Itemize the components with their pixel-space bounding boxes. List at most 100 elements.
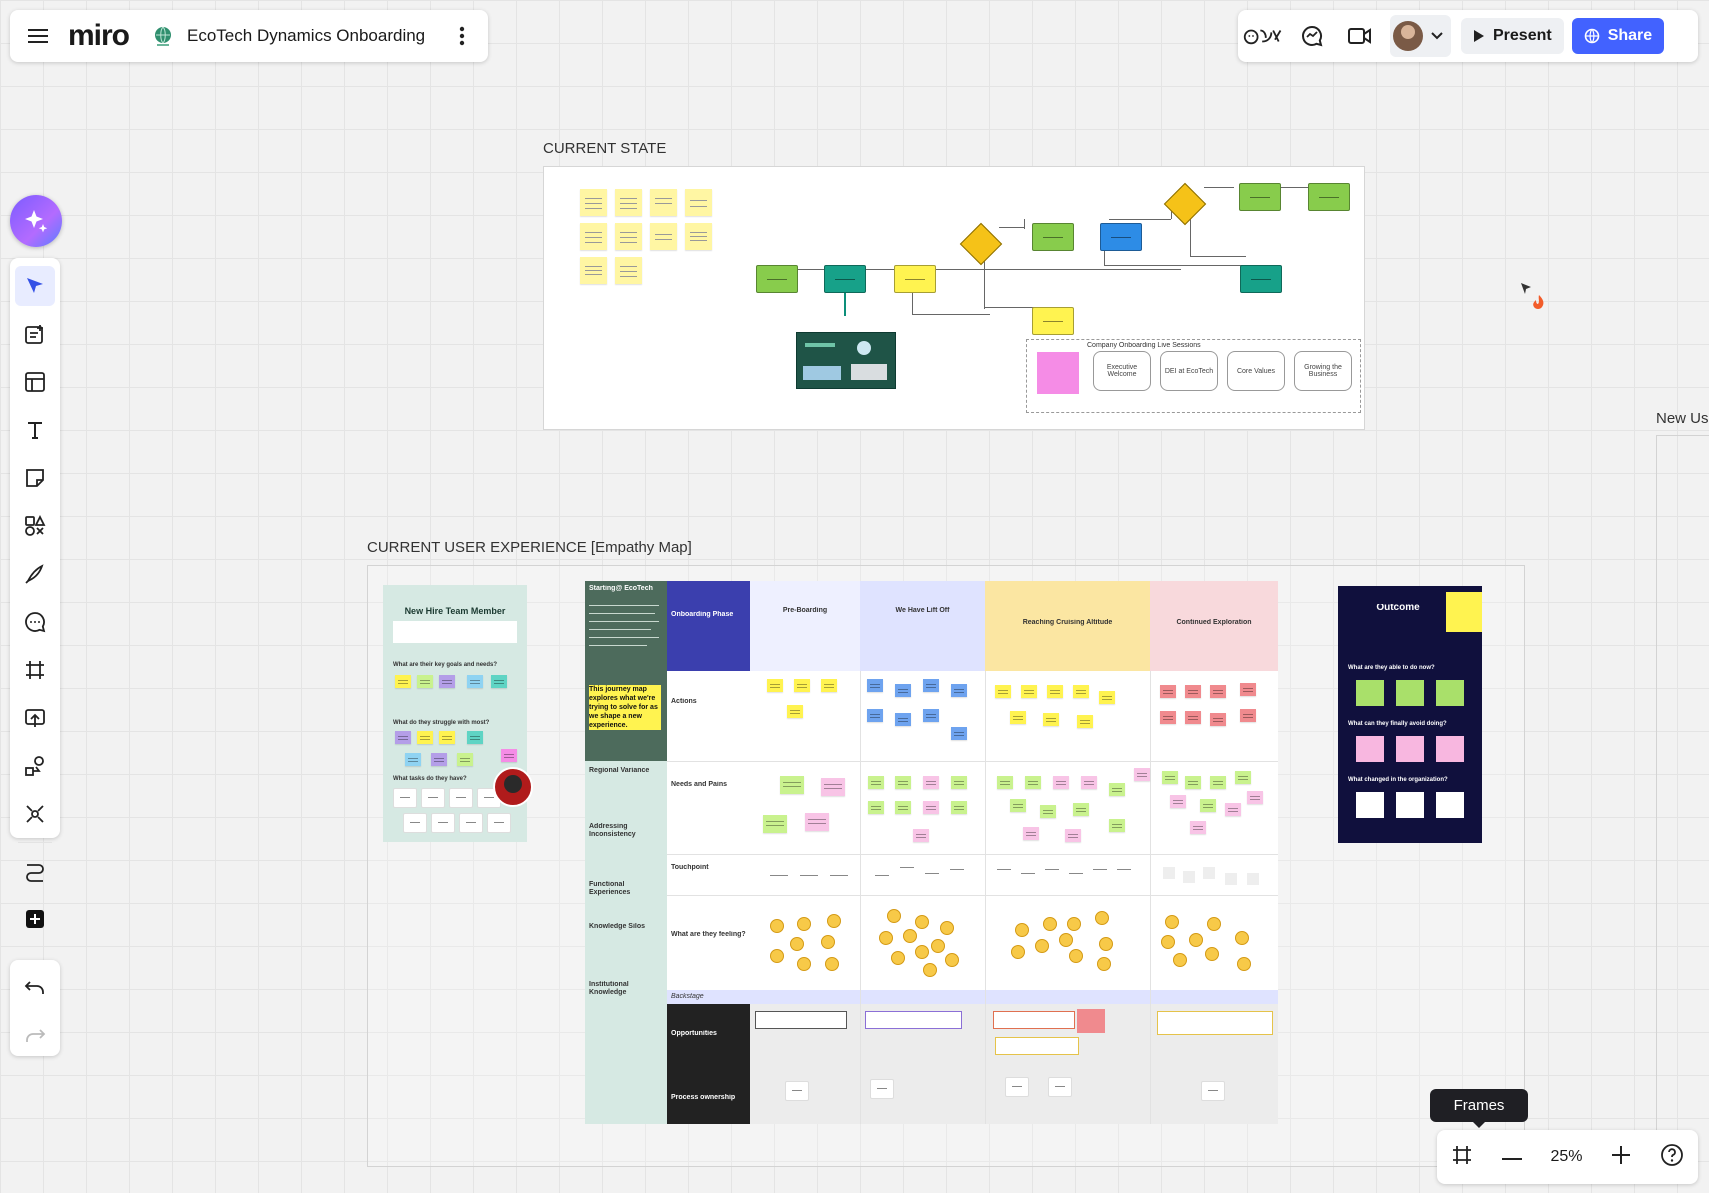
sticky-note[interactable]	[1396, 680, 1424, 706]
emoji-reaction[interactable]	[827, 914, 841, 928]
touchpoint-item[interactable]	[770, 875, 788, 876]
session-dei[interactable]: DEI at EcoTech	[1160, 351, 1218, 391]
sticky-note[interactable]	[1053, 776, 1069, 789]
sticky-note[interactable]	[650, 223, 677, 250]
owner-card[interactable]	[1048, 1077, 1072, 1097]
sticky-note[interactable]	[951, 684, 967, 697]
sticky-note[interactable]	[1077, 715, 1093, 728]
sticky-note[interactable]	[787, 705, 803, 718]
sticky-note[interactable]	[1040, 805, 1056, 818]
session-growing-business[interactable]: Growing the Business	[1294, 351, 1352, 391]
sticky-note[interactable]	[794, 679, 810, 692]
sticky-note[interactable]	[805, 813, 829, 831]
sticky-note[interactable]	[995, 685, 1011, 698]
outcome-card[interactable]: Outcome What are they able to do now? Wh…	[1338, 586, 1482, 843]
sticky-note[interactable]	[1081, 776, 1097, 789]
frame-tool[interactable]	[15, 650, 55, 690]
sticky-note[interactable]	[868, 776, 884, 789]
flow-connector[interactable]	[1190, 256, 1246, 257]
touchpoint-placeholder[interactable]	[1247, 873, 1259, 885]
sticky-note[interactable]	[431, 753, 447, 766]
sticky-note[interactable]	[913, 829, 929, 842]
emoji-reaction[interactable]	[1043, 917, 1057, 931]
emoji-reaction[interactable]	[915, 945, 929, 959]
sticky-note[interactable]	[685, 223, 712, 250]
sticky-note[interactable]	[1190, 821, 1206, 834]
sticky-note[interactable]	[951, 776, 967, 789]
emoji-reaction[interactable]	[790, 937, 804, 951]
sticky-note[interactable]	[491, 675, 507, 688]
touchpoint-item[interactable]	[1045, 869, 1059, 870]
emoji-reaction[interactable]	[887, 909, 901, 923]
help-button[interactable]	[1660, 1143, 1684, 1172]
sticky-note[interactable]	[417, 731, 433, 744]
flow-connector[interactable]	[999, 227, 1024, 228]
decision-node[interactable]	[959, 222, 1003, 266]
sticky-note[interactable]	[780, 776, 804, 794]
sticky-note[interactable]	[1356, 736, 1384, 762]
sticky-note[interactable]	[868, 801, 884, 814]
emoji-reaction[interactable]	[945, 953, 959, 967]
connection-line-tool[interactable]	[15, 851, 55, 891]
emoji-reaction[interactable]	[1235, 931, 1249, 945]
sticky-note[interactable]	[767, 679, 783, 692]
sticky-note[interactable]	[1247, 791, 1263, 804]
undo-button[interactable]	[15, 968, 55, 1008]
touchpoint-item[interactable]	[1093, 869, 1107, 870]
emoji-reaction[interactable]	[1189, 933, 1203, 947]
emoji-reaction[interactable]	[1097, 957, 1111, 971]
sticky-note[interactable]	[1436, 680, 1464, 706]
sticky-note[interactable]	[821, 778, 845, 796]
sticky-note[interactable]	[867, 709, 883, 722]
sticky-note[interactable]	[1065, 829, 1081, 842]
sticky-note[interactable]	[895, 776, 911, 789]
zoom-in-button[interactable]	[1611, 1145, 1631, 1170]
board-title[interactable]: EcoTech Dynamics Onboarding	[187, 26, 425, 46]
emoji-reaction[interactable]	[770, 919, 784, 933]
sticky-note[interactable]	[923, 679, 939, 692]
emoji-reaction[interactable]	[1035, 939, 1049, 953]
sticky-note[interactable]	[1021, 685, 1037, 698]
welcome-video-thumbnail[interactable]	[796, 332, 896, 389]
sticky-note[interactable]	[1043, 713, 1059, 726]
owner-card[interactable]	[1005, 1077, 1029, 1097]
text-tool[interactable]	[15, 410, 55, 450]
touchpoint-placeholder[interactable]	[1163, 867, 1175, 879]
sticky-note[interactable]	[580, 189, 607, 216]
touchpoint-placeholder[interactable]	[1183, 871, 1195, 883]
sticky-note[interactable]	[685, 189, 712, 216]
touchpoint-item[interactable]	[830, 875, 848, 876]
sticky-note[interactable]	[1185, 685, 1201, 698]
templates-tool[interactable]	[15, 314, 55, 354]
sticky-note[interactable]	[467, 731, 483, 744]
sticky-note[interactable]	[1446, 592, 1482, 632]
sticky-note[interactable]	[417, 675, 433, 688]
mind-map-tool[interactable]	[15, 794, 55, 834]
sticky-note[interactable]	[1210, 713, 1226, 726]
flow-connector[interactable]	[984, 257, 985, 309]
sticky-note[interactable]	[1235, 771, 1251, 784]
sticky-note[interactable]	[1200, 799, 1216, 812]
sticky-note[interactable]	[1396, 736, 1424, 762]
frame-title-current-state[interactable]: CURRENT STATE	[543, 140, 666, 157]
sticky-note[interactable]	[895, 713, 911, 726]
owner-card[interactable]	[870, 1079, 894, 1099]
task-card[interactable]	[459, 813, 483, 833]
shapes-tool[interactable]	[15, 506, 55, 546]
sticky-note[interactable]	[1010, 711, 1026, 724]
flow-step[interactable]	[1032, 307, 1074, 335]
sticky-note[interactable]	[1160, 685, 1176, 698]
emoji-reaction[interactable]	[931, 939, 945, 953]
sticky-note[interactable]	[1210, 776, 1226, 789]
flow-connector[interactable]	[912, 314, 990, 315]
touchpoint-item[interactable]	[800, 875, 818, 876]
emoji-reaction[interactable]	[1237, 957, 1251, 971]
touchpoint-item[interactable]	[1021, 873, 1035, 874]
emoji-reaction[interactable]	[1173, 953, 1187, 967]
sticky-note[interactable]	[1356, 680, 1384, 706]
sticky-note[interactable]	[1225, 803, 1241, 816]
collaborators-menu[interactable]	[1390, 15, 1451, 57]
frame-title-new-user[interactable]: New Us	[1656, 410, 1709, 427]
comment-tool[interactable]	[15, 602, 55, 642]
emoji-reaction[interactable]	[891, 951, 905, 965]
